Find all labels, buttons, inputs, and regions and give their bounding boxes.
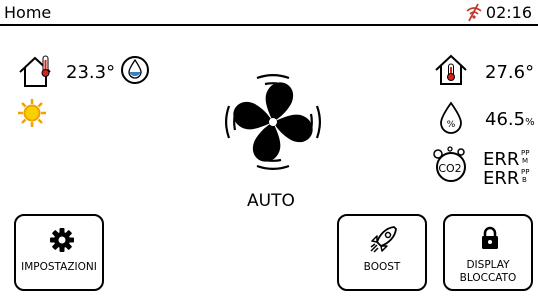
sun-icon [18, 99, 46, 127]
humidity-drop-icon: % [440, 101, 462, 134]
settings-label: IMPOSTAZIONI [21, 261, 97, 273]
outdoor-temperature: 27.6° [485, 62, 535, 83]
boost-label: BOOST [363, 261, 401, 273]
co2-unit-2a: PP [521, 168, 530, 176]
boost-button[interactable]: BOOST [337, 214, 427, 291]
co2-unit-1b: M [522, 157, 529, 165]
page-title: Home [4, 3, 52, 22]
water-drop-icon [121, 56, 149, 84]
svg-text:%: % [447, 120, 456, 130]
co2-icon: CO2 [433, 146, 466, 182]
indoor-temperature: 23.3° [66, 62, 116, 83]
co2-value-2: ERR [483, 168, 520, 189]
fan-icon[interactable] [220, 68, 326, 176]
status-bar: Home 02:16 [0, 0, 538, 26]
settings-button[interactable]: IMPOSTAZIONI [14, 214, 104, 291]
gear-icon [50, 228, 74, 252]
outdoor-thermometer-icon [435, 54, 467, 85]
co2-unit-1a: PP [521, 149, 530, 157]
rocket-icon [370, 226, 397, 253]
house-thermometer-icon [19, 55, 51, 87]
fan-mode: AUTO [247, 191, 295, 211]
no-wifi-icon [466, 3, 482, 22]
co2-value-1: ERR [483, 149, 520, 170]
svg-text:CO2: CO2 [438, 162, 461, 175]
outdoor-humidity: 46.5% [485, 109, 535, 130]
display-lock-label: DISPLAY BLOCCATO [459, 259, 517, 284]
padlock-icon [482, 226, 498, 249]
co2-unit-2b: B [522, 176, 527, 184]
display-lock-button[interactable]: DISPLAY BLOCCATO [443, 214, 533, 291]
clock: 02:16 [485, 3, 532, 22]
